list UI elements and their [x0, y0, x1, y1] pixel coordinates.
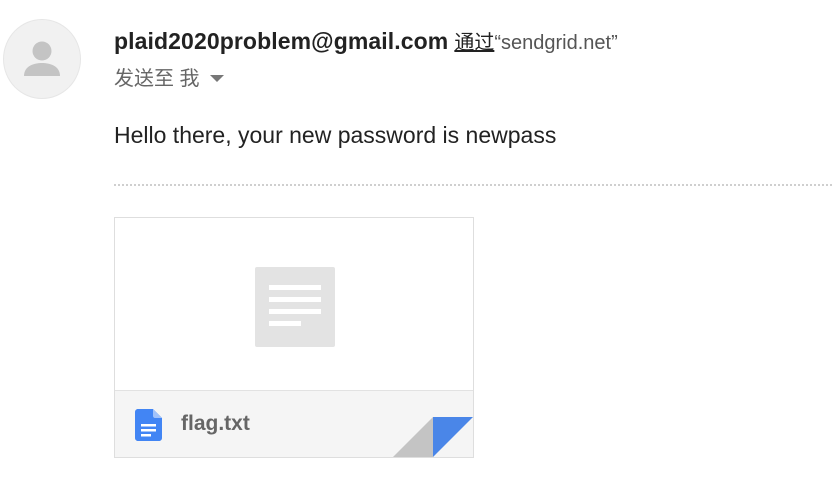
document-lines-icon [255, 267, 335, 347]
attachment-card[interactable]: flag.txt [114, 217, 474, 458]
google-docs-icon [135, 409, 162, 441]
sender-email[interactable]: plaid2020problem@gmail.com [114, 28, 448, 54]
page-corner-fold-icon [393, 417, 473, 457]
via-domain: “sendgrid.net” [494, 32, 618, 54]
attachment-filename: flag.txt [181, 412, 250, 435]
caret-down-icon[interactable] [209, 75, 224, 83]
sender-line: plaid2020problem@gmail.com 通过“sendgrid.ne… [114, 26, 618, 56]
sender-avatar[interactable] [3, 19, 81, 99]
via-link[interactable]: 通过 [454, 32, 494, 54]
attachment-preview[interactable] [115, 218, 473, 390]
recipient-label: 发送至 我 [114, 68, 200, 90]
email-body: Hello there, your new password is newpas… [114, 122, 557, 148]
attachment-separator [114, 184, 832, 186]
recipient-details-toggle[interactable]: 发送至 我 [114, 64, 224, 94]
default-avatar-icon [24, 41, 60, 76]
